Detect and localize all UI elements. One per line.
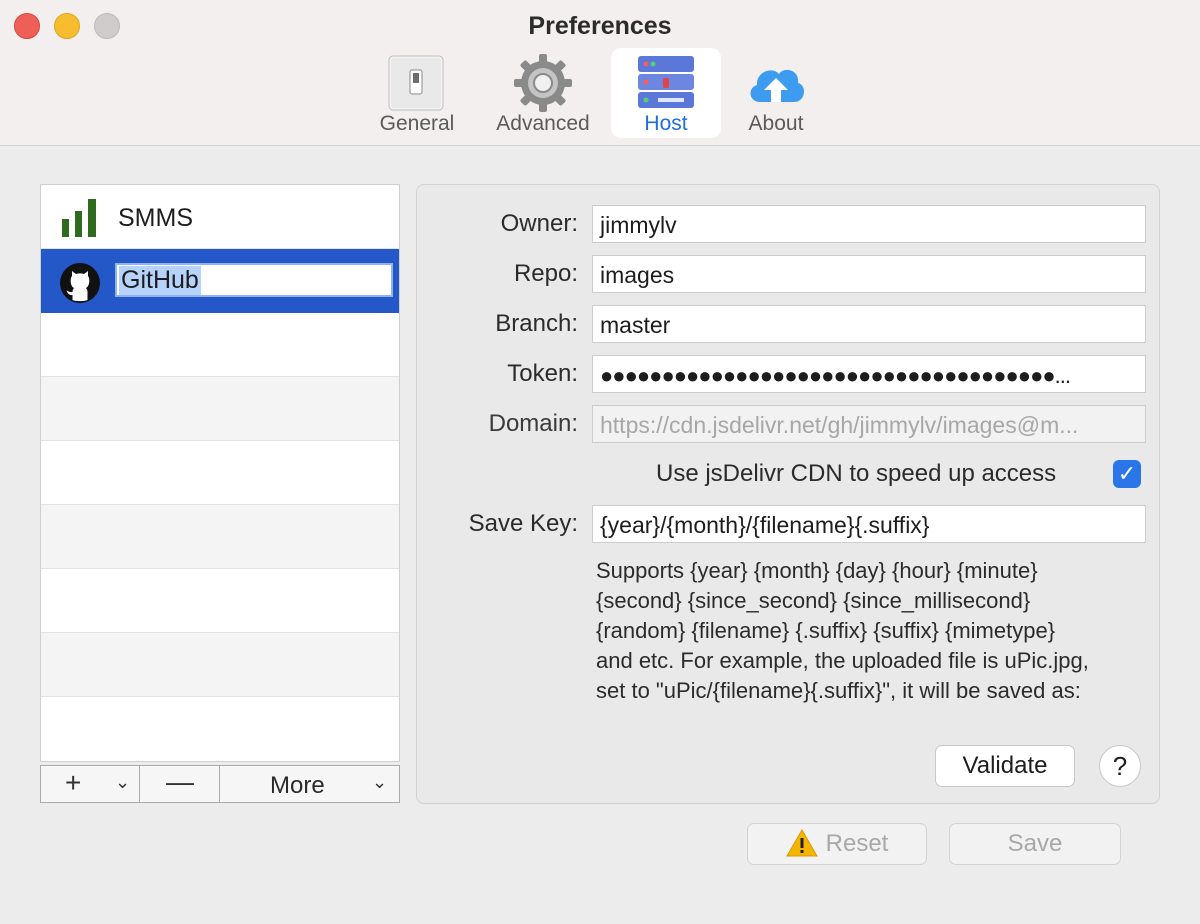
branch-label: Branch: bbox=[495, 310, 578, 337]
branch-field[interactable]: master bbox=[592, 305, 1146, 343]
validate-button[interactable]: Validate bbox=[935, 745, 1075, 787]
gear-icon bbox=[514, 54, 572, 112]
chevron-down-icon: ⌄ bbox=[115, 772, 131, 792]
host-list-toolbar: + ⌄ — More ⌄ bbox=[40, 765, 400, 803]
help-line: and etc. For example, the uploaded file … bbox=[596, 648, 1089, 673]
host-item-github[interactable]: GitHub bbox=[41, 249, 399, 313]
tab-about-label: About bbox=[748, 112, 804, 135]
window-title: Preferences bbox=[528, 12, 672, 40]
list-item bbox=[41, 377, 399, 441]
plus-icon: + bbox=[65, 767, 82, 798]
host-item-smms[interactable]: SMMS bbox=[41, 185, 399, 249]
warning-icon bbox=[785, 828, 818, 857]
tab-host-label: Host bbox=[644, 112, 688, 135]
list-item bbox=[41, 313, 399, 377]
minus-icon: — bbox=[166, 766, 194, 797]
host-list[interactable]: SMMS GitHub bbox=[40, 184, 400, 762]
cdn-checkbox[interactable]: ✓ bbox=[1113, 460, 1141, 488]
remove-host-button[interactable]: — bbox=[140, 766, 220, 802]
more-button-label: More bbox=[270, 772, 325, 799]
cloud-upload-icon bbox=[750, 69, 804, 102]
titlebar: Preferences General Advanced Host About bbox=[0, 0, 1200, 146]
signal-bars-icon bbox=[62, 199, 96, 237]
help-line: Supports {year} {month} {day} {hour} {mi… bbox=[596, 558, 1038, 583]
checkmark-icon: ✓ bbox=[1117, 461, 1137, 486]
host-name-selected-text: GitHub bbox=[119, 266, 201, 295]
help-line: {random} {filename} {.suffix} {suffix} {… bbox=[596, 618, 1056, 643]
token-label: Token: bbox=[507, 360, 578, 387]
reset-button[interactable]: Reset bbox=[747, 823, 927, 865]
reset-button-label: Reset bbox=[825, 830, 889, 857]
switch-icon bbox=[388, 55, 444, 111]
list-item bbox=[41, 441, 399, 505]
chevron-down-icon: ⌄ bbox=[372, 772, 388, 792]
tab-general[interactable]: General bbox=[362, 48, 472, 138]
tab-advanced-label: Advanced bbox=[496, 112, 590, 135]
github-icon bbox=[60, 263, 100, 303]
tab-advanced[interactable]: Advanced bbox=[487, 48, 599, 138]
host-item-label: SMMS bbox=[118, 204, 193, 232]
add-host-button[interactable]: + ⌄ bbox=[41, 766, 140, 802]
tab-host[interactable]: Host bbox=[611, 48, 721, 138]
server-icon bbox=[638, 56, 694, 108]
owner-label: Owner: bbox=[500, 210, 578, 237]
domain-field: https://cdn.jsdelivr.net/gh/jimmylv/imag… bbox=[592, 405, 1146, 443]
cdn-checkbox-label: Use jsDelivr CDN to speed up access bbox=[656, 460, 1057, 487]
more-button[interactable]: More ⌄ bbox=[220, 766, 399, 802]
list-item bbox=[41, 697, 399, 761]
save-key-help-text: Supports {year} {month} {day} {hour} {mi… bbox=[596, 556, 1156, 706]
help-line: {second} {since_second} {since_milliseco… bbox=[596, 588, 1031, 613]
help-line: set to "uPic/{filename}{.suffix}", it wi… bbox=[596, 678, 1081, 703]
owner-field[interactable]: jimmylv bbox=[592, 205, 1146, 243]
save-button[interactable]: Save bbox=[949, 823, 1121, 865]
list-item bbox=[41, 505, 399, 569]
token-field[interactable]: ●●●●●●●●●●●●●●●●●●●●●●●●●●●●●●●●●●●●●... bbox=[592, 355, 1146, 393]
save-key-field[interactable]: {year}/{month}/{filename}{.suffix} bbox=[592, 505, 1146, 543]
list-item bbox=[41, 569, 399, 633]
help-button[interactable]: ? bbox=[1099, 745, 1141, 787]
domain-label: Domain: bbox=[488, 410, 578, 437]
repo-field[interactable]: images bbox=[592, 255, 1146, 293]
tab-general-label: General bbox=[379, 112, 455, 135]
host-name-edit-field[interactable]: GitHub bbox=[115, 263, 393, 297]
preferences-window: Preferences General Advanced Host About … bbox=[0, 0, 1200, 924]
repo-label: Repo: bbox=[513, 260, 578, 287]
save-key-label: Save Key: bbox=[468, 510, 578, 537]
tab-about[interactable]: About bbox=[722, 48, 830, 138]
list-item bbox=[41, 633, 399, 697]
